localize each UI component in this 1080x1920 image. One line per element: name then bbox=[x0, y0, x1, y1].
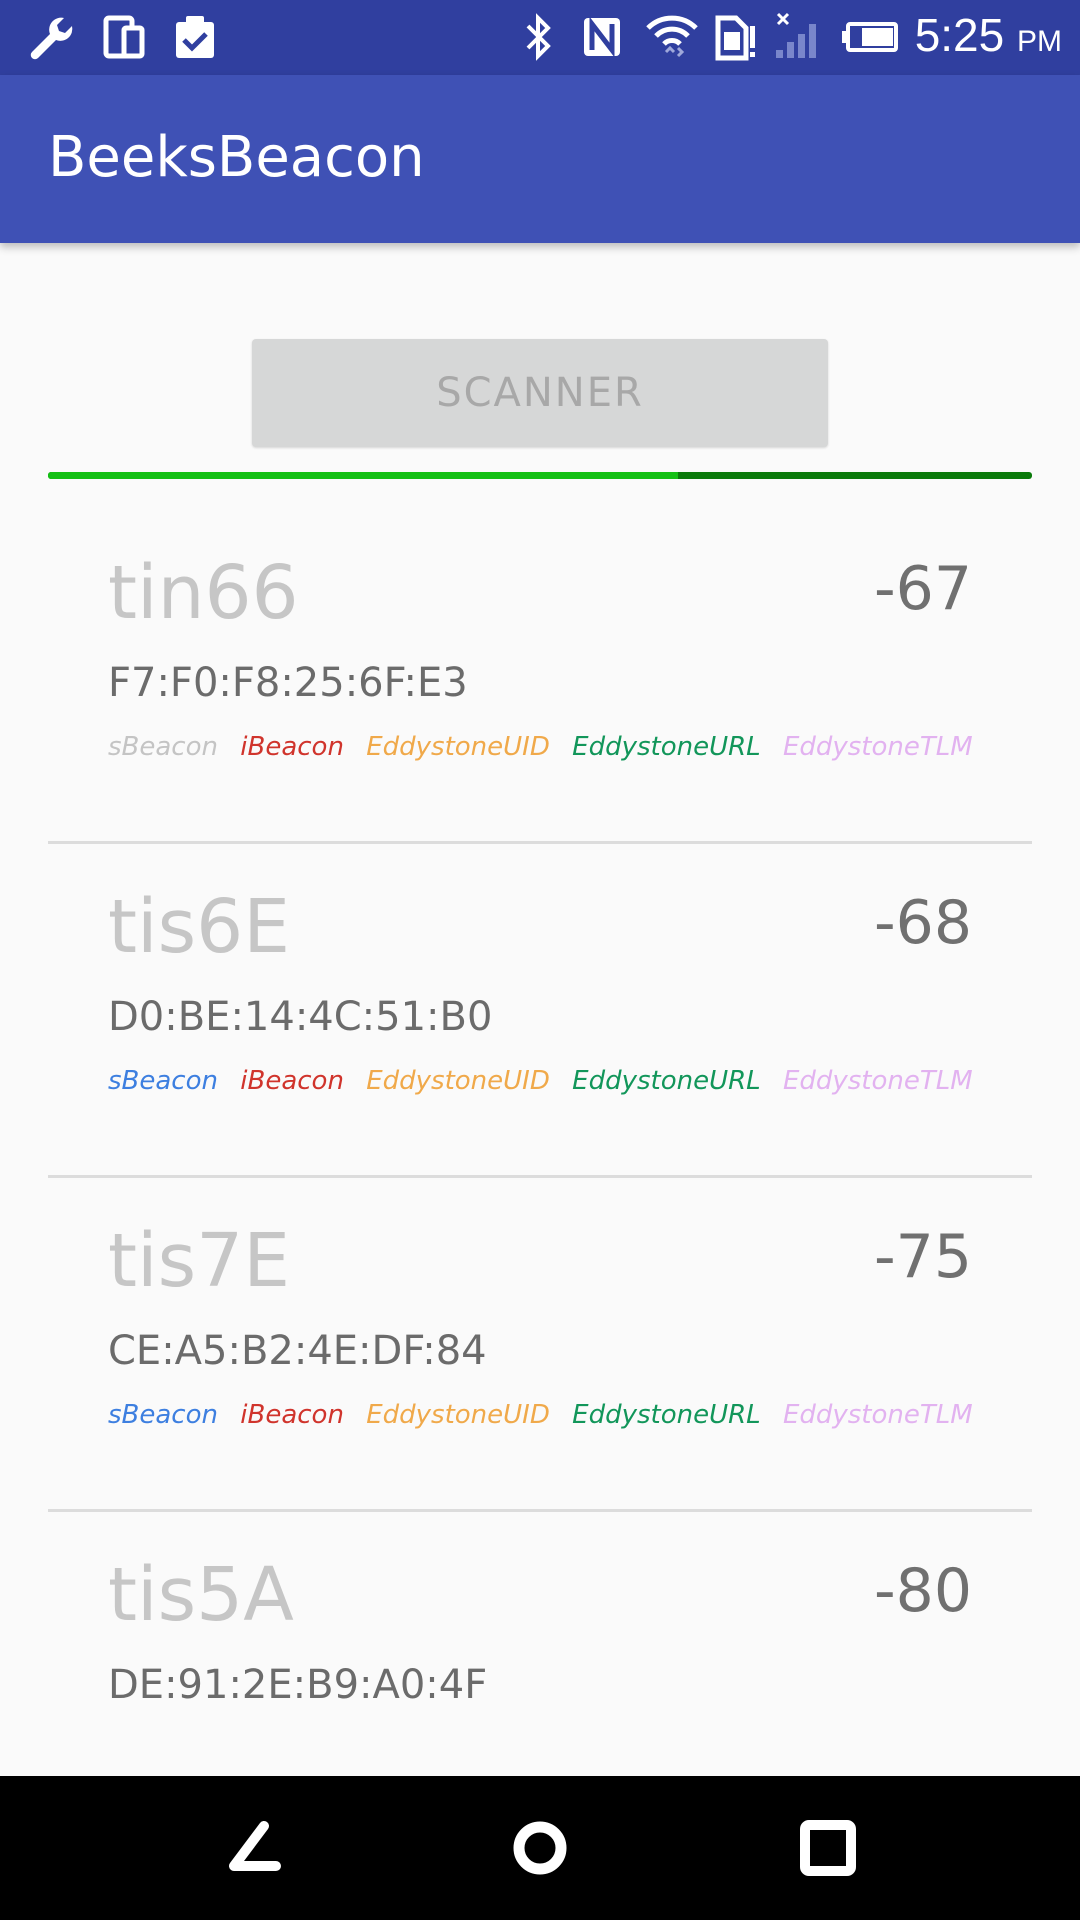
beacon-list-item[interactable]: tis7E -75 CE:A5:B2:4E:DF:84 sBeacon iBea… bbox=[48, 1178, 1032, 1512]
tag-eddystone-uid: EddystoneUID bbox=[366, 1066, 550, 1096]
clock-ampm: PM bbox=[1017, 25, 1062, 58]
sim-icon bbox=[715, 15, 755, 61]
app-title: BeeksBeacon bbox=[48, 125, 425, 190]
beacon-list-item[interactable]: tis6E -68 D0:BE:14:4C:51:B0 sBeacon iBea… bbox=[48, 844, 1032, 1178]
beacon-mac-address: DE:91:2E:B9:A0:4F bbox=[108, 1662, 488, 1708]
tag-eddystone-url: EddystoneURL bbox=[572, 1400, 761, 1430]
nfc-icon bbox=[584, 16, 620, 58]
tag-ibeacon: iBeacon bbox=[240, 1400, 344, 1430]
tag-eddystone-uid: EddystoneUID bbox=[366, 732, 550, 762]
beacon-name: tis7E bbox=[108, 1218, 290, 1304]
status-bar: 5:25 PM bbox=[0, 0, 1080, 75]
beacon-type-tags: sBeacon iBeacon EddystoneUID EddystoneUR… bbox=[108, 1400, 987, 1430]
clock-time: 5:25 bbox=[914, 9, 1005, 61]
tag-ibeacon: iBeacon bbox=[240, 1066, 344, 1096]
home-icon[interactable] bbox=[500, 1808, 580, 1888]
signal-icon bbox=[776, 12, 816, 58]
status-time: 5:25 PM bbox=[915, 8, 1062, 62]
tag-eddystone-uid: EddystoneUID bbox=[366, 1400, 550, 1430]
beacon-mac-address: F7:F0:F8:25:6F:E3 bbox=[108, 660, 468, 706]
beacon-list-item[interactable]: tis5A -80 DE:91:2E:B9:A0:4F bbox=[48, 1512, 1032, 1776]
beacon-mac-address: CE:A5:B2:4E:DF:84 bbox=[108, 1328, 487, 1374]
recents-icon[interactable] bbox=[788, 1808, 868, 1888]
tag-eddystone-url: EddystoneURL bbox=[572, 732, 761, 762]
clipboard-check-icon bbox=[176, 16, 214, 58]
wrench-icon bbox=[30, 17, 73, 60]
tag-sbeacon: sBeacon bbox=[108, 1066, 218, 1096]
tag-ibeacon: iBeacon bbox=[240, 732, 344, 762]
beacon-name: tis5A bbox=[108, 1552, 294, 1638]
tag-eddystone-tlm: EddystoneTLM bbox=[782, 732, 973, 762]
beacon-rssi: -80 bbox=[874, 1556, 972, 1626]
tag-sbeacon: sBeacon bbox=[108, 1400, 218, 1430]
wifi-icon bbox=[646, 15, 698, 58]
tag-sbeacon: sBeacon bbox=[108, 732, 218, 762]
beacon-list[interactable]: tin66 -67 F7:F0:F8:25:6F:E3 sBeacon iBea… bbox=[48, 510, 1032, 1776]
battery-icon bbox=[842, 22, 898, 52]
beacon-rssi: -75 bbox=[874, 1222, 972, 1292]
beacon-rssi: -68 bbox=[874, 888, 972, 958]
beacon-rssi: -67 bbox=[874, 554, 972, 624]
scanner-button[interactable]: SCANNER bbox=[252, 339, 828, 447]
beacon-type-tags: sBeacon iBeacon EddystoneUID EddystoneUR… bbox=[108, 1066, 987, 1096]
tag-eddystone-tlm: EddystoneTLM bbox=[782, 1066, 973, 1096]
beacon-name: tis6E bbox=[108, 884, 290, 970]
tag-eddystone-tlm: EddystoneTLM bbox=[782, 1400, 973, 1430]
scan-progress-fill bbox=[48, 472, 678, 479]
devices-icon bbox=[103, 15, 145, 59]
navigation-bar bbox=[0, 1776, 1080, 1920]
back-icon[interactable] bbox=[212, 1808, 292, 1888]
scan-progress-bar bbox=[48, 472, 1032, 479]
tag-eddystone-url: EddystoneURL bbox=[572, 1066, 761, 1096]
beacon-mac-address: D0:BE:14:4C:51:B0 bbox=[108, 994, 493, 1040]
beacon-list-item[interactable]: tin66 -67 F7:F0:F8:25:6F:E3 sBeacon iBea… bbox=[48, 510, 1032, 844]
app-bar: BeeksBeacon bbox=[0, 75, 1080, 243]
bluetooth-icon bbox=[526, 13, 551, 61]
beacon-type-tags: sBeacon iBeacon EddystoneUID EddystoneUR… bbox=[108, 732, 987, 762]
beacon-name: tin66 bbox=[108, 550, 299, 636]
